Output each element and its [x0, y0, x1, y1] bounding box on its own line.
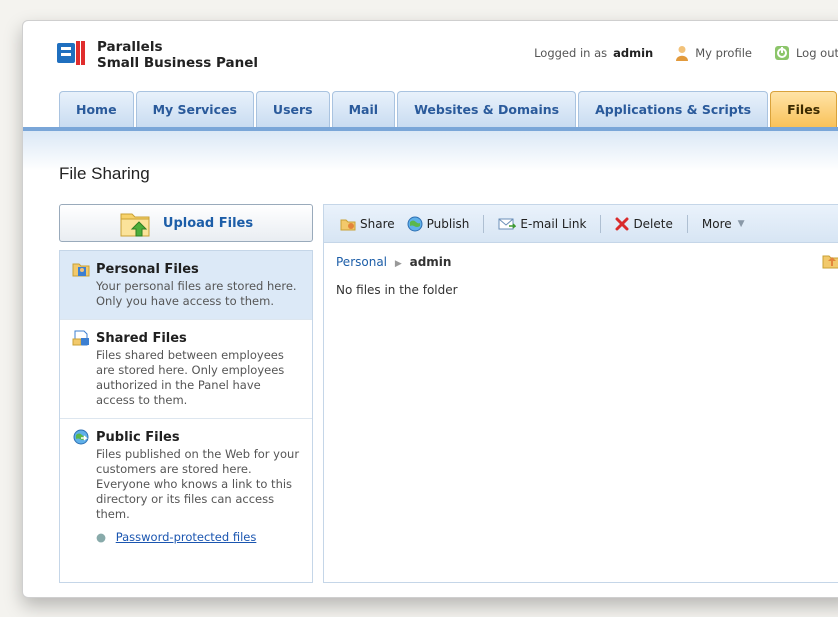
breadcrumb: Personal ▶ admin	[336, 255, 451, 269]
personal-folder-icon	[72, 263, 90, 277]
breadcrumb-arrow-icon: ▶	[394, 259, 402, 269]
publish-globe-icon	[407, 216, 423, 231]
tab-users[interactable]: Users	[255, 91, 330, 127]
breadcrumb-current: admin	[409, 255, 452, 269]
upload-files-button[interactable]: Upload Files	[59, 204, 313, 242]
logged-in-label: Logged in as	[534, 46, 608, 60]
tab-applications-scripts[interactable]: Applications & Scripts	[578, 91, 769, 127]
public-globe-icon	[73, 429, 89, 445]
personal-files-title: Personal Files	[96, 261, 199, 277]
breadcrumb-personal[interactable]: Personal	[336, 255, 387, 269]
file-browser-panel: Share Publish E-mail Link Delete More ▼ …	[323, 204, 838, 583]
public-files-title: Public Files	[96, 429, 180, 445]
tab-home[interactable]: Home	[59, 91, 134, 127]
publish-button[interactable]: Publish	[403, 216, 474, 232]
app-window: Parallels Small Business Panel Logged in…	[22, 20, 838, 598]
brand-name: Parallels Small Business Panel	[97, 39, 258, 71]
user-profile-icon	[676, 46, 689, 61]
public-files-section[interactable]: Public Files Files published on the Web …	[60, 419, 312, 554]
upload-folder-icon	[120, 213, 150, 237]
password-protected-files-link[interactable]: Password-protected files	[116, 530, 257, 544]
share-label: Share	[360, 216, 395, 231]
username: admin	[613, 46, 654, 60]
tab-websites-domains[interactable]: Websites & Domains	[397, 91, 577, 127]
shared-files-section[interactable]: Shared Files Files shared between employ…	[60, 320, 312, 419]
top-nav: Logged in as admin My profile Log out	[534, 45, 838, 61]
chevron-down-icon: ▼	[737, 218, 745, 229]
delete-x-icon	[615, 217, 629, 230]
parallels-logo-icon	[57, 41, 85, 65]
shared-files-title: Shared Files	[96, 330, 187, 346]
main-tabs: Home My Services Users Mail Websites & D…	[59, 91, 838, 127]
empty-folder-message: No files in the folder	[336, 283, 458, 297]
delete-button[interactable]: Delete	[611, 217, 676, 231]
brand-line2: Small Business Panel	[97, 55, 258, 71]
share-button[interactable]: Share	[336, 217, 399, 231]
logout-icon	[774, 46, 789, 60]
my-profile-link[interactable]: My profile	[695, 46, 752, 60]
toolbar-divider	[686, 214, 688, 233]
publish-label: Publish	[426, 216, 470, 231]
shared-files-desc: Files shared between employees are store…	[96, 348, 285, 407]
public-files-desc: Files published on the Web for your cust…	[96, 447, 300, 521]
personal-files-desc: Your personal files are stored here. Onl…	[96, 279, 297, 308]
upload-files-label: Upload Files	[162, 215, 254, 231]
tab-files[interactable]: Files	[770, 91, 838, 127]
file-toolbar: Share Publish E-mail Link Delete More ▼	[324, 205, 838, 243]
email-link-button[interactable]: E-mail Link	[494, 217, 590, 231]
header: Parallels Small Business Panel Logged in…	[23, 21, 838, 89]
email-link-label: E-mail Link	[520, 216, 587, 231]
folder-up-icon[interactable]	[822, 253, 838, 269]
share-icon	[340, 219, 356, 230]
file-categories-panel: Personal Files Your personal files are s…	[59, 250, 313, 583]
shared-folder-icon	[72, 330, 89, 346]
page-title: File Sharing	[59, 164, 150, 183]
tab-mail[interactable]: Mail	[331, 91, 396, 127]
email-icon	[498, 218, 517, 229]
bullet-icon: ●	[96, 530, 107, 544]
toolbar-divider	[483, 214, 485, 233]
delete-label: Delete	[633, 216, 673, 231]
logout-link[interactable]: Log out	[796, 46, 838, 60]
brand-line1: Parallels	[97, 39, 163, 55]
toolbar-divider	[600, 214, 602, 233]
tab-my-services[interactable]: My Services	[135, 91, 254, 127]
more-label: More	[701, 216, 732, 231]
personal-files-section[interactable]: Personal Files Your personal files are s…	[60, 251, 312, 320]
more-dropdown[interactable]: More ▼	[698, 217, 749, 231]
